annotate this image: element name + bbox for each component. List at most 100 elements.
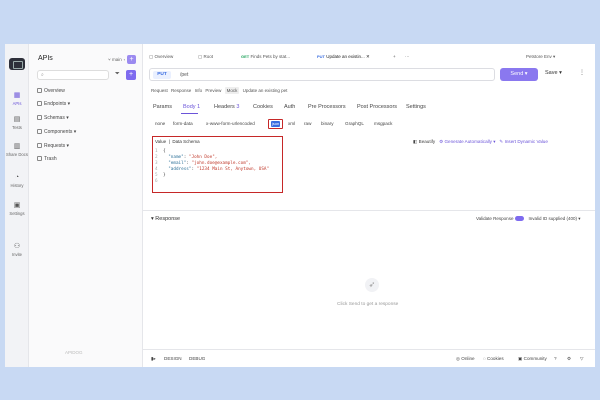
nav-apis-label: APIs <box>12 101 22 106</box>
code-line: 6 <box>155 179 158 184</box>
subtab-info[interactable]: Info <box>195 88 203 93</box>
tab-find-pets[interactable]: GET Finds Pets by stat... <box>241 54 290 59</box>
method-select[interactable]: PUT <box>153 71 171 79</box>
nav-share-docs-label: Share Docs <box>6 152 28 157</box>
environment-selector[interactable]: Petstore Env ▾ <box>526 54 555 60</box>
body-type-xml[interactable]: xml <box>288 121 295 126</box>
tab-root[interactable]: ▢ Root <box>198 54 213 60</box>
tab-cookies[interactable]: Cookies <box>253 104 273 110</box>
tests-icon: ▤ <box>13 116 21 123</box>
main-panel: ▢ Overview ▢ Root GET Finds Pets by stat… <box>143 44 595 367</box>
editor-tab-schema[interactable]: Data Schema <box>172 139 199 144</box>
endpoints-icon <box>37 101 42 106</box>
notifications-icon[interactable]: ▽ <box>580 356 584 362</box>
body-type-raw[interactable]: raw <box>304 121 311 126</box>
community-button[interactable]: ▣ Community <box>518 356 547 362</box>
tab-body[interactable]: Body 1 <box>183 104 200 110</box>
sidebar-item-components[interactable]: Components ▾ <box>37 129 76 135</box>
body-type-graphql[interactable]: GraphQL <box>345 121 364 126</box>
mode-design[interactable]: DESIGN <box>164 356 182 361</box>
help-icon[interactable]: ? <box>554 356 557 361</box>
status-selector[interactable]: Invalid ID supplied (400) ▾ <box>528 216 580 221</box>
history-icon: ◔ <box>14 174 20 181</box>
subtab-preview[interactable]: Preview <box>205 88 221 93</box>
add-tab-icon[interactable]: + <box>393 54 396 59</box>
settings-icon: ▣ <box>13 202 21 209</box>
overview-icon <box>37 88 42 93</box>
save-button[interactable]: Save ▾ <box>545 70 562 76</box>
validate-toggle[interactable] <box>515 216 525 221</box>
response-header[interactable]: ▾ Response <box>151 216 180 222</box>
nav-tests[interactable]: ▤ Tests <box>5 116 29 130</box>
nav-invite[interactable]: ⚇ Invite <box>5 243 29 257</box>
project-logo-icon[interactable] <box>9 58 25 70</box>
sidebar-item-requests[interactable]: Requests ▾ <box>37 143 69 149</box>
sidebar-item-overview[interactable]: Overview <box>37 88 65 94</box>
tab-params[interactable]: Params <box>153 104 172 110</box>
tab-settings[interactable]: Settings <box>406 104 426 110</box>
requests-icon <box>37 143 42 148</box>
app-window: ▦ APIs ▤ Tests ▥ Share Docs ◔ History ▣ … <box>5 44 595 367</box>
settings-gear-icon[interactable]: ⚙ <box>567 356 571 362</box>
send-button[interactable]: Send ▾ <box>500 68 538 81</box>
apis-sidebar: APIs ⑂ main ▾ + ⌕ ⏷ + Overview Endpoints… <box>29 44 143 367</box>
new-item-button[interactable]: + <box>126 70 136 80</box>
sidebar-item-endpoints[interactable]: Endpoints ▾ <box>37 101 70 107</box>
active-tab-indicator <box>181 113 198 114</box>
tab-auth[interactable]: Auth <box>284 104 295 110</box>
nav-history[interactable]: ◔ History <box>5 174 29 188</box>
editor-tabs: Value | Data Schema <box>155 139 200 144</box>
tab-pre-processors[interactable]: Pre Processors <box>308 104 346 110</box>
sidebar-item-trash[interactable]: Trash <box>37 156 57 162</box>
subtab-request[interactable]: Request <box>151 88 168 93</box>
body-type-urlencoded[interactable]: x-www-form-urlencoded <box>206 121 255 126</box>
more-options-icon[interactable]: ⋮ <box>579 69 585 76</box>
tab-update-pet[interactable]: PUT Update an existin... ✕ <box>317 54 370 60</box>
url-input[interactable]: /pet <box>180 71 188 79</box>
response-tools: Validate Response Invalid ID supplied (40… <box>476 216 581 222</box>
subtab-response[interactable]: Response <box>171 88 191 93</box>
tabs-menu-icon[interactable]: ··· <box>405 54 410 59</box>
body-type-msgpack[interactable]: msgpack <box>374 121 392 126</box>
tab-post-processors[interactable]: Post Processors <box>357 104 397 110</box>
branch-selector[interactable]: ⑂ main ▾ <box>108 57 126 62</box>
sidebar-title: APIs <box>38 55 53 62</box>
nav-settings[interactable]: ▣ Settings <box>5 202 29 216</box>
nav-invite-label: Invite <box>11 252 22 257</box>
json-editor[interactable]: 1{ 2 "name": "John Doe", 3 "email": "joh… <box>155 149 269 185</box>
body-type-json-highlight[interactable]: json <box>268 119 283 129</box>
beautify-button[interactable]: ◧ Beautify <box>413 139 435 144</box>
subtab-mock[interactable]: Mock <box>224 87 240 94</box>
nav-apis[interactable]: ▦ APIs <box>5 92 29 106</box>
editor-tools: ◧ Beautify ⚙ Generate Automatically ▾ ✎ … <box>413 139 593 145</box>
generate-button[interactable]: ⚙ Generate Automatically ▾ <box>439 139 496 144</box>
sidebar-search-input[interactable]: ⌕ <box>37 70 109 80</box>
cookies-button[interactable]: ◌ Cookies <box>483 356 504 361</box>
sidebar-item-schemas[interactable]: Schemas ▾ <box>37 115 69 121</box>
body-type-form-data[interactable]: form-data <box>173 121 193 126</box>
panel-divider[interactable] <box>143 210 595 211</box>
online-status[interactable]: ◎ Online <box>456 356 475 362</box>
empty-response-hint: Click Send to get a response <box>337 302 399 307</box>
insert-dynamic-button[interactable]: ✎ Insert Dynamic Value <box>499 139 547 144</box>
sidebar-add-button[interactable]: + <box>127 55 136 64</box>
request-subtabs: Request Response Info Preview Mock Updat… <box>151 87 289 94</box>
code-line: 4 "address": "1234 Main St, Anytown, USA… <box>155 167 270 172</box>
mode-debug[interactable]: DEBUG <box>189 356 205 361</box>
sidebar-toggle-icon[interactable]: ▮▸ <box>151 356 156 362</box>
nav-share-docs[interactable]: ▥ Share Docs <box>5 143 29 157</box>
share-docs-icon: ▥ <box>13 143 21 150</box>
brand-footer: APIDOG <box>65 350 83 355</box>
body-type-json[interactable]: json <box>271 121 280 127</box>
components-icon <box>37 129 42 134</box>
trash-icon <box>37 156 42 161</box>
apis-icon: ▦ <box>13 92 21 99</box>
tab-overview[interactable]: ▢ Overview <box>149 54 173 60</box>
request-name: Update an existing pet <box>242 88 288 93</box>
schemas-icon <box>37 115 42 120</box>
body-type-none[interactable]: none <box>155 121 165 126</box>
editor-tab-value[interactable]: Value <box>155 139 166 144</box>
tab-headers[interactable]: Headers 3 <box>214 104 239 110</box>
body-type-binary[interactable]: binary <box>321 121 334 126</box>
filter-icon[interactable]: ⏷ <box>115 71 120 78</box>
